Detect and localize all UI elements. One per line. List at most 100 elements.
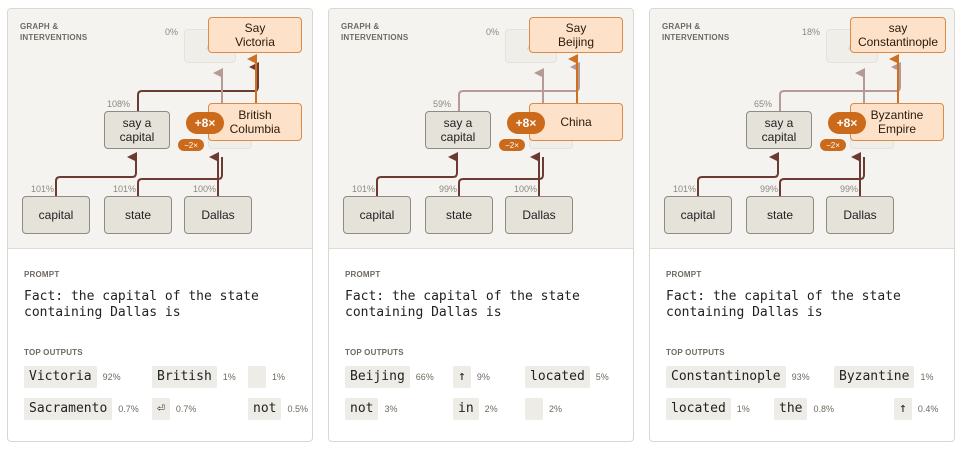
target-percent: 0% <box>485 27 499 37</box>
input-node-dallas[interactable]: Dallas <box>184 196 252 234</box>
output-row: Constantinople 93% Byzantine 1% <box>666 366 954 388</box>
panel-2: GRAPH & INTERVENTIONSA0%Say Beijing59%sa… <box>328 8 634 442</box>
graph-area: GRAPH & INTERVENTIONSA18%say Constantino… <box>650 9 954 249</box>
output-row: not 3% in 2% 2% <box>345 398 633 420</box>
output-item: 1% <box>248 366 285 388</box>
input-node-capital[interactable]: capital <box>664 196 732 234</box>
output-token: in <box>453 398 479 420</box>
output-item: 2% <box>525 398 562 420</box>
target-percent: 0% <box>164 27 178 37</box>
target-percent: 18% <box>801 27 820 37</box>
boost-badge: +8× <box>186 112 224 134</box>
input-node-capital[interactable]: capital <box>343 196 411 234</box>
output-probability: 1% <box>736 404 750 414</box>
output-token: Sacramento <box>24 398 113 420</box>
output-token: located <box>525 366 590 388</box>
input-percent: 101% <box>351 184 375 194</box>
output-item: ⏎ 0.7% <box>152 398 196 420</box>
boost-badge: +8× <box>828 112 866 134</box>
output-probability: 92% <box>102 372 121 382</box>
output-item: ↑ 9% <box>453 366 490 388</box>
target-output-node[interactable]: Say Beijing <box>529 17 623 53</box>
output-item: Sacramento 0.7% <box>24 398 139 420</box>
output-probability: 3% <box>384 404 398 414</box>
output-probability: 0.7% <box>118 404 139 414</box>
graph-interventions-label: GRAPH & INTERVENTIONS <box>341 22 409 42</box>
input-percent: 101% <box>112 184 136 194</box>
top-outputs-label: TOP OUTPUTS <box>666 348 725 357</box>
input-percent: 100% <box>192 184 216 194</box>
output-token: the <box>774 398 808 420</box>
output-token: Beijing <box>345 366 410 388</box>
output-token: ↑ <box>894 398 912 420</box>
suppress-badge: −2× <box>499 139 525 151</box>
prompt-label: PROMPT <box>345 270 381 279</box>
say-a-capital-node[interactable]: say a capital <box>425 111 491 149</box>
output-probability: 1% <box>920 372 934 382</box>
input-node-state[interactable]: state <box>104 196 172 234</box>
boost-badge: +8× <box>507 112 545 134</box>
output-row: Beijing 66% ↑ 9% located 5% <box>345 366 633 388</box>
suppress-badge: −2× <box>178 139 204 151</box>
output-item: Beijing 66% <box>345 366 434 388</box>
target-output-node[interactable]: Say Victoria <box>208 17 302 53</box>
output-probability: 0.7% <box>175 404 197 414</box>
top-outputs-label: TOP OUTPUTS <box>24 348 83 357</box>
output-token: Constantinople <box>666 366 786 388</box>
output-token: ↑ <box>453 366 471 388</box>
output-token: Byzantine <box>834 366 915 388</box>
graph-area: GRAPH & INTERVENTIONSA0%Say Beijing59%sa… <box>329 9 633 249</box>
output-probability: 1% <box>222 372 236 382</box>
output-row: Victoria 92% British 1% 1% <box>24 366 312 388</box>
output-item: not 3% <box>345 398 398 420</box>
output-token: not <box>248 398 282 420</box>
output-token <box>248 366 266 388</box>
output-probability: 1% <box>272 372 286 382</box>
panel-3: GRAPH & INTERVENTIONSA18%say Constantino… <box>649 8 955 442</box>
mid-percent: 59% <box>432 99 451 109</box>
target-output-node[interactable]: say Constantinople <box>850 17 946 53</box>
output-token: ⏎ <box>152 398 170 420</box>
output-probability: 0.4% <box>917 404 939 414</box>
output-token: located <box>666 398 731 420</box>
input-node-capital[interactable]: capital <box>22 196 90 234</box>
top-outputs-label: TOP OUTPUTS <box>345 348 404 357</box>
input-node-state[interactable]: state <box>425 196 493 234</box>
prompt-text: Fact: the capital of the state containin… <box>345 289 580 320</box>
input-node-dallas[interactable]: Dallas <box>505 196 573 234</box>
mid-percent: 65% <box>753 99 772 109</box>
panel-1: GRAPH & INTERVENTIONSA0%Say Victoria108%… <box>7 8 313 442</box>
output-item: British 1% <box>152 366 236 388</box>
suppress-badge: −2× <box>820 139 846 151</box>
output-item: Victoria 92% <box>24 366 121 388</box>
output-item: in 2% <box>453 398 498 420</box>
input-node-dallas[interactable]: Dallas <box>826 196 894 234</box>
input-percent: 99% <box>759 184 778 194</box>
prompt-label: PROMPT <box>24 270 60 279</box>
output-item: not 0.5% <box>248 398 308 420</box>
output-item: Byzantine 1% <box>834 366 933 388</box>
output-probability: 2% <box>549 404 563 414</box>
output-item: located 1% <box>666 398 750 420</box>
output-probability: 66% <box>415 372 434 382</box>
output-probability: 2% <box>484 404 498 414</box>
output-token: British <box>152 366 217 388</box>
input-percent: 100% <box>513 184 537 194</box>
input-percent: 99% <box>438 184 457 194</box>
input-node-state[interactable]: state <box>746 196 814 234</box>
graph-interventions-label: GRAPH & INTERVENTIONS <box>662 22 730 42</box>
output-probability: 0.8% <box>813 404 834 414</box>
say-a-capital-node[interactable]: say a capital <box>746 111 812 149</box>
output-probability: 9% <box>476 372 490 382</box>
output-token: not <box>345 398 379 420</box>
input-percent: 101% <box>30 184 54 194</box>
say-a-capital-node[interactable]: say a capital <box>104 111 170 149</box>
graph-area: GRAPH & INTERVENTIONSA0%Say Victoria108%… <box>8 9 312 249</box>
graph-interventions-label: GRAPH & INTERVENTIONS <box>20 22 88 42</box>
output-row: located 1% the 0.8% ↑ 0.4% <box>666 398 954 420</box>
prompt-text: Fact: the capital of the state containin… <box>24 289 259 320</box>
prompt-label: PROMPT <box>666 270 702 279</box>
output-token <box>525 398 543 420</box>
output-item: Constantinople 93% <box>666 366 810 388</box>
input-percent: 101% <box>672 184 696 194</box>
